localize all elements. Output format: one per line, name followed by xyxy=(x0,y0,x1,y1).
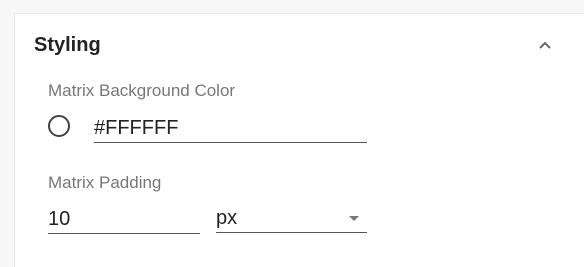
matrix-padding-label: Matrix Padding xyxy=(48,173,162,192)
color-swatch[interactable] xyxy=(48,115,70,137)
matrix-padding-input[interactable] xyxy=(48,205,200,234)
matrix-background-color-label: Matrix Background Color xyxy=(48,81,236,100)
section-title: Styling xyxy=(34,34,101,56)
padding-unit-select[interactable]: px xyxy=(216,205,367,233)
padding-unit-value: px xyxy=(216,207,238,229)
collapse-button[interactable] xyxy=(534,38,556,54)
chevron-up-icon xyxy=(538,37,552,55)
matrix-background-color-input[interactable] xyxy=(94,114,367,143)
caret-down-icon xyxy=(349,216,359,221)
